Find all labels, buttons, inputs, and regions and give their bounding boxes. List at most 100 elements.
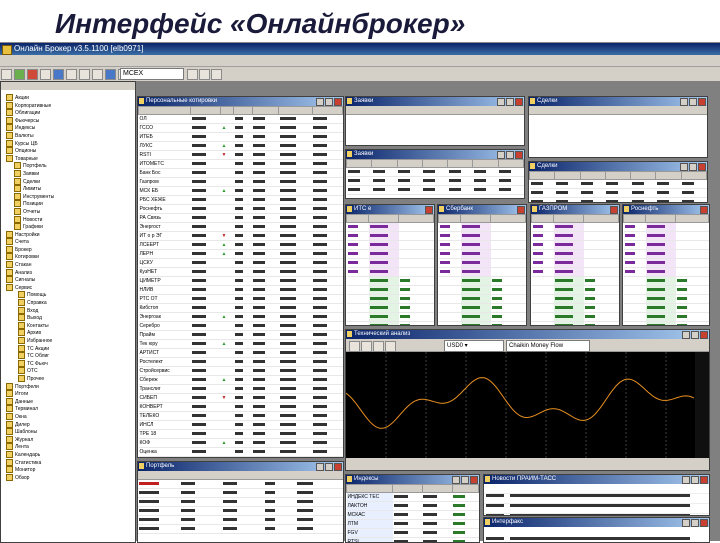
minimize-icon[interactable] bbox=[682, 331, 690, 339]
table-row[interactable] bbox=[347, 177, 524, 186]
minimize-icon[interactable] bbox=[497, 98, 505, 106]
table-row[interactable]: ИНДЕКС ТЕС bbox=[347, 493, 479, 502]
news-item[interactable] bbox=[484, 504, 709, 514]
table-row[interactable] bbox=[530, 189, 707, 198]
table-row[interactable] bbox=[347, 232, 434, 241]
table-row[interactable]: Газпром bbox=[139, 178, 343, 187]
bids-pane-titlebar[interactable]: Заявки bbox=[346, 97, 524, 106]
table-row[interactable] bbox=[138, 516, 343, 525]
trades-pane-titlebar[interactable]: Сделки bbox=[529, 162, 707, 171]
close-icon[interactable] bbox=[334, 98, 342, 106]
table-row[interactable] bbox=[347, 304, 434, 313]
tree-item[interactable]: Вход bbox=[4, 307, 132, 315]
table-row[interactable]: RTSI bbox=[347, 538, 479, 543]
close-icon[interactable] bbox=[334, 463, 342, 471]
tree-item[interactable]: Архив bbox=[4, 329, 132, 337]
table-row[interactable] bbox=[347, 186, 524, 195]
tree-item[interactable]: Журнал bbox=[4, 436, 132, 444]
tree-item[interactable]: Фьючерсы bbox=[4, 117, 132, 125]
tree-item[interactable]: Графики bbox=[4, 223, 132, 231]
tree-item[interactable]: Позиции bbox=[4, 200, 132, 208]
tree-item[interactable]: Счета bbox=[4, 238, 132, 246]
table-row[interactable]: Банк Бос bbox=[139, 169, 343, 178]
table-row[interactable] bbox=[138, 507, 343, 516]
table-row[interactable]: ЛАКТОН bbox=[347, 502, 479, 511]
tree-item[interactable]: Монитор bbox=[4, 466, 132, 474]
table-row[interactable]: ТРЕ 18 bbox=[139, 430, 343, 439]
table-row[interactable] bbox=[532, 241, 619, 250]
minimize-icon[interactable] bbox=[316, 98, 324, 106]
tree-item[interactable]: Портфели bbox=[4, 383, 132, 391]
open-icon[interactable] bbox=[40, 69, 51, 80]
table-row[interactable] bbox=[347, 286, 434, 295]
table-row[interactable] bbox=[532, 250, 619, 259]
table-row[interactable] bbox=[347, 241, 434, 250]
tree-item[interactable]: Портфель bbox=[4, 162, 132, 170]
table-row[interactable] bbox=[347, 268, 434, 277]
table-row[interactable]: Роснефть bbox=[139, 205, 343, 214]
table-row[interactable]: Сбереж▲ bbox=[139, 376, 343, 385]
tree-item[interactable]: Календарь bbox=[4, 451, 132, 459]
table-row[interactable]: ИНСЛ bbox=[139, 421, 343, 430]
table-row[interactable]: НЛИВ bbox=[139, 286, 343, 295]
order-book-titlebar[interactable]: ГАЗПРОМ bbox=[531, 205, 619, 214]
table-row[interactable] bbox=[138, 498, 343, 507]
table-row[interactable]: Энергоак▲ bbox=[139, 313, 343, 322]
table-row[interactable]: Ростелект bbox=[139, 358, 343, 367]
maximize-icon[interactable] bbox=[461, 476, 469, 484]
table-row[interactable] bbox=[532, 268, 619, 277]
close-icon[interactable] bbox=[698, 98, 706, 106]
table-row[interactable] bbox=[532, 286, 619, 295]
tree-item[interactable]: Шаблоны bbox=[4, 428, 132, 436]
disconnect-icon[interactable] bbox=[27, 69, 38, 80]
minimize-icon[interactable] bbox=[682, 476, 690, 484]
table-row[interactable] bbox=[439, 295, 526, 304]
tree-item[interactable]: Обзор bbox=[4, 474, 132, 482]
table-row[interactable] bbox=[347, 322, 434, 327]
minimize-icon[interactable] bbox=[316, 463, 324, 471]
tree-item[interactable]: Брокер bbox=[4, 246, 132, 254]
table-row[interactable]: КОФ▲ bbox=[139, 439, 343, 448]
table-row[interactable]: РБС ХЕЖЕ bbox=[139, 196, 343, 205]
table-row[interactable] bbox=[439, 250, 526, 259]
tree-item[interactable]: ТС Облиг bbox=[4, 352, 132, 360]
crosshair-icon[interactable] bbox=[361, 341, 372, 352]
table-row[interactable] bbox=[439, 286, 526, 295]
table-row[interactable]: Стройсервис bbox=[139, 367, 343, 376]
tree-item[interactable]: Облигации bbox=[4, 109, 132, 117]
portfolio-pane-titlebar[interactable]: Портфель bbox=[138, 462, 343, 471]
table-row[interactable] bbox=[532, 304, 619, 313]
cursor-icon[interactable] bbox=[349, 341, 360, 352]
text-tool-icon[interactable] bbox=[385, 341, 396, 352]
table-row[interactable]: ИТЕБ bbox=[139, 133, 343, 142]
sell-icon[interactable] bbox=[92, 69, 103, 80]
table-row[interactable]: РА Связь bbox=[139, 214, 343, 223]
table-row[interactable] bbox=[624, 286, 709, 295]
table-row[interactable]: ЦСКУ bbox=[139, 259, 343, 268]
new-icon[interactable] bbox=[1, 69, 12, 80]
table-row[interactable] bbox=[624, 259, 709, 268]
order-book-titlebar[interactable]: Сбербанк bbox=[438, 205, 526, 214]
tree-item[interactable]: Курсы ЦБ bbox=[4, 140, 132, 148]
table-row[interactable]: Тек юру▲ bbox=[139, 340, 343, 349]
news-item[interactable] bbox=[484, 527, 709, 536]
close-icon[interactable] bbox=[698, 163, 706, 171]
table-row[interactable] bbox=[530, 180, 707, 189]
table-row[interactable] bbox=[138, 525, 343, 534]
table-row[interactable]: СИБЕП▼ bbox=[139, 394, 343, 403]
maximize-icon[interactable] bbox=[691, 476, 699, 484]
close-icon[interactable] bbox=[700, 476, 708, 484]
table-row[interactable] bbox=[439, 268, 526, 277]
table-row[interactable] bbox=[624, 241, 709, 250]
table-row[interactable] bbox=[347, 168, 524, 177]
table-row[interactable] bbox=[138, 489, 343, 498]
tree-item[interactable]: ТС Акции bbox=[4, 345, 132, 353]
table-row[interactable]: ЛТМ bbox=[347, 520, 479, 529]
table-row[interactable] bbox=[439, 232, 526, 241]
table-row[interactable]: ЛУКС▲ bbox=[139, 142, 343, 151]
maximize-icon[interactable] bbox=[325, 98, 333, 106]
close-icon[interactable] bbox=[700, 519, 708, 527]
table-row[interactable]: ИТ о р ЭГ▼ bbox=[139, 232, 343, 241]
table-row[interactable]: РТС ОТ bbox=[139, 295, 343, 304]
table-row[interactable] bbox=[347, 250, 434, 259]
